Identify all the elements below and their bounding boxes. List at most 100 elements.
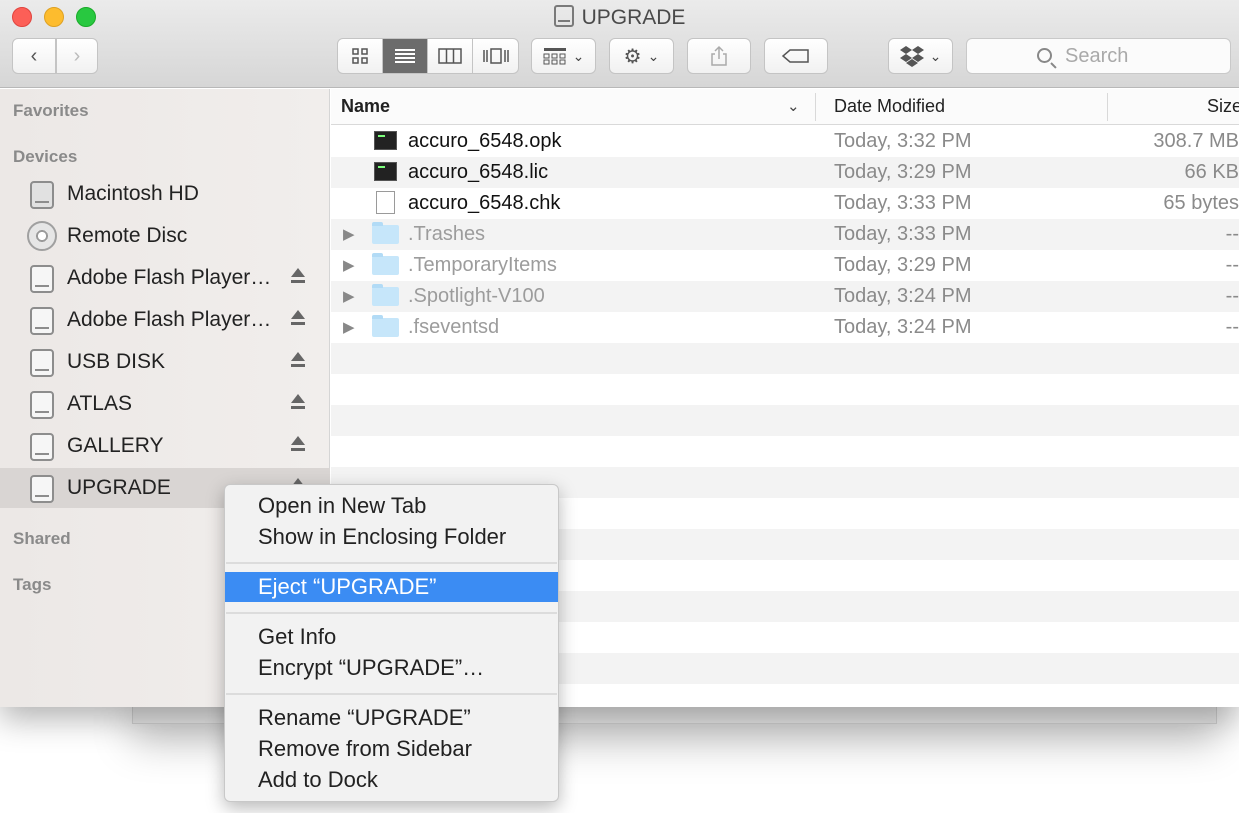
empty-row	[331, 374, 1239, 405]
dropbox-button[interactable]: ⌄	[888, 38, 953, 74]
arrange-button[interactable]: ⌄	[531, 38, 596, 74]
column-header-name[interactable]: Name	[341, 96, 390, 117]
sidebar-item-atlas[interactable]: ATLAS	[0, 384, 330, 424]
disclosure-triangle-icon[interactable]: ▶	[343, 225, 355, 243]
action-button[interactable]: ⚙ ⌄	[609, 38, 674, 74]
file-name: accuro_6548.lic	[408, 161, 549, 183]
chevron-down-icon: ⌄	[929, 47, 942, 64]
file-size: --	[1225, 316, 1239, 338]
empty-row	[331, 436, 1239, 467]
sidebar-item-adobe-flash-player-2[interactable]: Adobe Flash Player…	[0, 300, 330, 340]
eject-icon[interactable]	[290, 352, 306, 370]
sidebar-section-tags[interactable]: Tags	[13, 575, 51, 595]
sidebar-item-label: Adobe Flash Player…	[67, 308, 272, 331]
file-size: --	[1225, 223, 1239, 245]
sidebar-section-favorites[interactable]: Favorites	[13, 101, 89, 121]
column-header-size[interactable]: Size	[1207, 96, 1239, 117]
eject-icon[interactable]	[290, 394, 306, 412]
sidebar-item-label: Adobe Flash Player…	[67, 266, 272, 289]
file-name: accuro_6548.chk	[408, 192, 561, 214]
sidebar-section-devices[interactable]: Devices	[13, 147, 77, 167]
eject-icon[interactable]	[290, 310, 306, 328]
column-divider[interactable]	[815, 93, 816, 121]
folder-icon	[372, 284, 399, 306]
list-view-icon	[395, 49, 415, 63]
folder-icon	[372, 253, 399, 275]
sidebar-item-label: UPGRADE	[67, 476, 171, 499]
table-row[interactable]: accuro_6548.opk Today, 3:32 PM 308.7 MB	[331, 126, 1239, 157]
menu-item-add-to-dock[interactable]: Add to Dock	[225, 765, 558, 795]
context-menu: Open in New Tab Show in Enclosing Folder…	[224, 484, 559, 802]
view-mode-control	[337, 38, 519, 74]
file-date: Today, 3:29 PM	[834, 161, 972, 183]
table-row[interactable]: ▶ .fseventsd Today, 3:24 PM --	[331, 312, 1239, 343]
sidebar-item-usb-disk[interactable]: USB DISK	[0, 342, 330, 382]
menu-item-get-info[interactable]: Get Info	[225, 622, 558, 652]
window-title-text: UPGRADE	[581, 6, 686, 29]
sidebar-item-label: Macintosh HD	[67, 182, 199, 205]
file-name: .Spotlight-V100	[408, 285, 545, 307]
coverflow-view-button[interactable]	[473, 39, 518, 73]
sidebar-item-adobe-flash-player-1[interactable]: Adobe Flash Player…	[0, 258, 330, 298]
column-view-icon	[438, 48, 462, 64]
table-row[interactable]: ▶ .Trashes Today, 3:33 PM --	[331, 219, 1239, 250]
back-button[interactable]: ‹	[12, 38, 56, 74]
menu-item-show-in-enclosing-folder[interactable]: Show in Enclosing Folder	[225, 522, 558, 552]
drive-icon	[30, 475, 54, 503]
document-icon	[376, 191, 395, 214]
chevron-right-icon: ›	[73, 44, 81, 67]
sidebar-item-label: GALLERY	[67, 434, 164, 457]
column-view-button[interactable]	[428, 39, 473, 73]
column-header-date-modified[interactable]: Date Modified	[834, 96, 945, 117]
file-name: .fseventsd	[408, 316, 500, 338]
menu-item-rename[interactable]: Rename “UPGRADE”	[225, 703, 558, 733]
icon-view-icon	[352, 48, 368, 64]
share-button[interactable]	[687, 38, 751, 74]
disclosure-triangle-icon[interactable]: ▶	[343, 287, 355, 305]
empty-row	[331, 405, 1239, 436]
empty-row	[331, 343, 1239, 374]
sidebar-item-remote-disc[interactable]: Remote Disc	[0, 216, 330, 256]
file-date: Today, 3:24 PM	[834, 316, 972, 338]
disclosure-triangle-icon[interactable]: ▶	[343, 318, 355, 336]
column-header: Name ⌄ Date Modified Size	[331, 89, 1239, 125]
table-row[interactable]: accuro_6548.lic Today, 3:29 PM 66 KB	[331, 157, 1239, 188]
table-row[interactable]: ▶ .TemporaryItems Today, 3:29 PM --	[331, 250, 1239, 281]
coverflow-view-icon	[482, 48, 509, 64]
disclosure-triangle-icon[interactable]: ▶	[343, 256, 355, 274]
forward-button[interactable]: ›	[56, 38, 98, 74]
table-row[interactable]: ▶ .Spotlight-V100 Today, 3:24 PM --	[331, 281, 1239, 312]
menu-item-encrypt[interactable]: Encrypt “UPGRADE”…	[225, 653, 558, 683]
folder-icon	[372, 222, 399, 244]
share-icon	[711, 45, 727, 66]
menu-item-open-in-new-tab[interactable]: Open in New Tab	[225, 491, 558, 521]
hard-disk-icon	[30, 181, 54, 209]
sidebar-item-gallery[interactable]: GALLERY	[0, 426, 330, 466]
file-name: .TemporaryItems	[408, 254, 557, 276]
list-view-button[interactable]	[383, 39, 428, 73]
menu-separator	[226, 562, 557, 564]
table-row[interactable]: accuro_6548.chk Today, 3:33 PM 65 bytes	[331, 188, 1239, 219]
file-date: Today, 3:29 PM	[834, 254, 972, 276]
menu-item-remove-from-sidebar[interactable]: Remove from Sidebar	[225, 734, 558, 764]
file-size: 66 KB	[1184, 161, 1239, 183]
terminal-file-icon	[374, 162, 397, 181]
sidebar-section-shared[interactable]: Shared	[13, 529, 71, 549]
column-divider[interactable]	[1107, 93, 1108, 121]
tag-icon	[781, 49, 809, 63]
sidebar-item-label: ATLAS	[67, 392, 132, 415]
menu-item-eject[interactable]: Eject “UPGRADE”	[225, 572, 558, 602]
sidebar-item-macintosh-hd[interactable]: Macintosh HD	[0, 174, 330, 214]
chevron-left-icon: ‹	[30, 44, 38, 67]
tags-button[interactable]	[764, 38, 828, 74]
file-size: 65 bytes	[1163, 192, 1239, 214]
drive-icon	[30, 433, 54, 461]
file-date: Today, 3:33 PM	[834, 192, 972, 214]
icon-view-button[interactable]	[338, 39, 383, 73]
search-field[interactable]: Search	[966, 38, 1231, 74]
menu-separator	[226, 693, 557, 695]
drive-icon	[30, 349, 54, 377]
eject-icon[interactable]	[290, 268, 306, 286]
file-name: .Trashes	[408, 223, 486, 245]
eject-icon[interactable]	[290, 436, 306, 454]
